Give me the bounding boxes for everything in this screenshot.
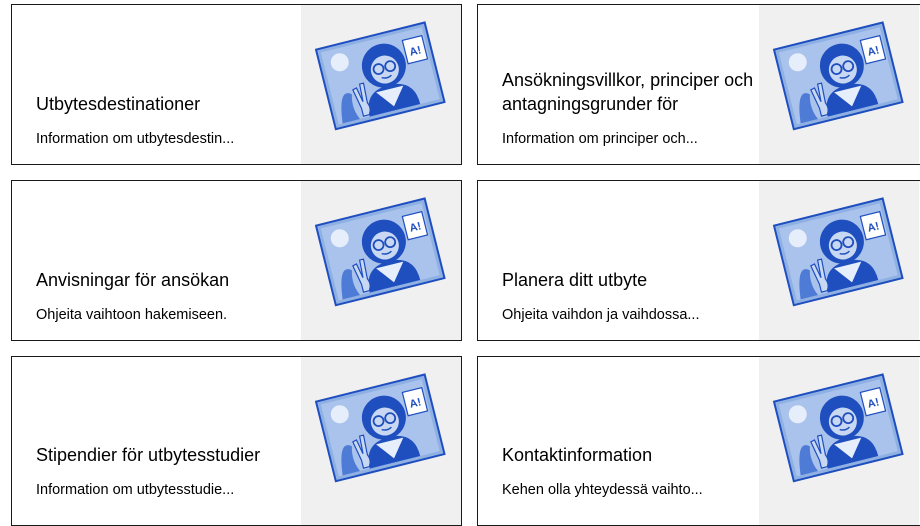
card-title: Planera ditt utbyte — [502, 270, 648, 290]
card-description: Information om utbytesstudie... — [36, 482, 235, 498]
card-anvisningar[interactable]: Anvisningar för ansökan Ohjeita vaihtoon… — [11, 180, 462, 341]
student-illustration-icon — [315, 373, 446, 483]
card-text: Anvisningar för ansökan Ohjeita vaihtoon… — [36, 181, 291, 340]
student-illustration-icon — [773, 373, 904, 483]
card-image — [759, 357, 919, 525]
student-illustration-icon — [773, 197, 904, 307]
card-text: Kontaktinformation Kehen olla yhteydessä… — [502, 357, 766, 525]
card-description: Information om principer och... — [502, 131, 698, 147]
card-description: Ohjeita vaihdon ja vaihdossa... — [502, 307, 700, 323]
card-title: Utbytesdestinationer — [36, 94, 201, 114]
card-image — [301, 181, 461, 340]
student-illustration-icon — [315, 21, 446, 131]
card-text: Planera ditt utbyte Ohjeita vaihdon ja v… — [502, 181, 766, 340]
card-description: Information om utbytesdestin... — [36, 131, 235, 147]
card-planera-utbyte[interactable]: Planera ditt utbyte Ohjeita vaihdon ja v… — [477, 180, 920, 341]
card-title: Kontaktinformation — [502, 445, 653, 465]
card-title: Anvisningar för ansökan — [36, 270, 230, 290]
card-text: Stipendier för utbytesstudier Informatio… — [36, 357, 291, 525]
card-image — [301, 5, 461, 164]
card-utbytesdestinationer[interactable]: Utbytesdestinationer Information om utby… — [11, 4, 462, 165]
card-kontaktinformation[interactable]: Kontaktinformation Kehen olla yhteydessä… — [477, 356, 920, 526]
card-title: Stipendier för utbytesstudier — [36, 445, 261, 465]
card-image — [759, 5, 919, 164]
card-title: Ansökningsvillkor, principer och antagni… — [502, 70, 754, 114]
student-illustration-icon — [315, 197, 446, 307]
card-stipendier[interactable]: Stipendier för utbytesstudier Informatio… — [11, 356, 462, 526]
card-description: Ohjeita vaihtoon hakemiseen. — [36, 307, 228, 323]
card-text: Ansökningsvillkor, principer och antagni… — [502, 5, 766, 164]
card-ansokningsvillkor[interactable]: Ansökningsvillkor, principer och antagni… — [477, 4, 920, 165]
card-description: Kehen olla yhteydessä vaihto... — [502, 482, 703, 498]
card-text: Utbytesdestinationer Information om utby… — [36, 5, 291, 164]
card-image — [301, 357, 461, 525]
card-image — [759, 181, 919, 340]
student-illustration-icon — [773, 21, 904, 131]
